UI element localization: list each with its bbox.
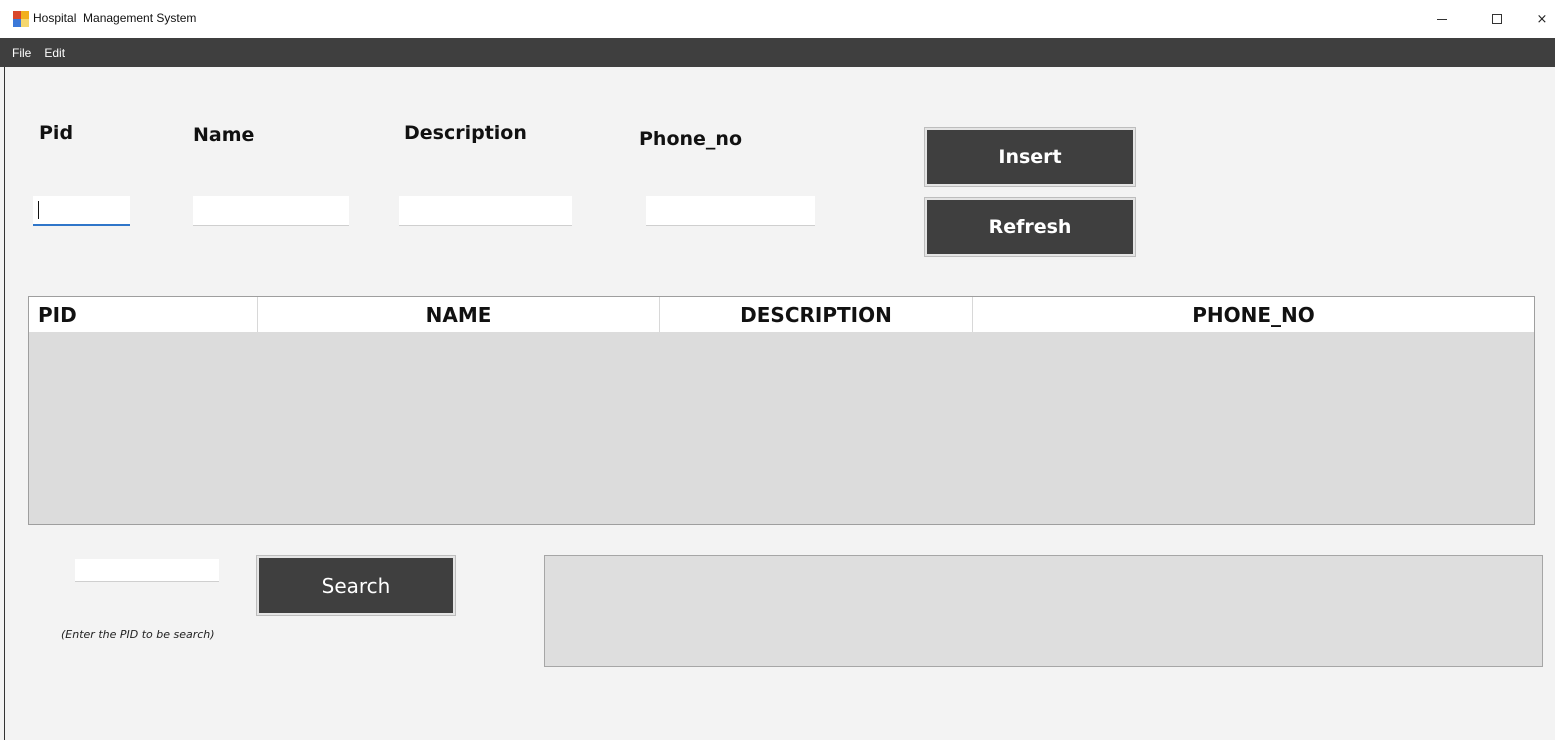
minimize-button[interactable] bbox=[1419, 4, 1465, 34]
title-bar: Hospital Management System × bbox=[0, 0, 1555, 38]
pid-input[interactable] bbox=[33, 196, 130, 226]
maximize-button[interactable] bbox=[1474, 4, 1520, 34]
pid-label: Pid bbox=[39, 122, 74, 144]
column-header-name[interactable]: NAME bbox=[258, 297, 660, 332]
menu-file[interactable]: File bbox=[12, 46, 31, 60]
column-header-pid[interactable]: PID bbox=[29, 297, 258, 332]
description-label: Description bbox=[404, 122, 527, 144]
search-input[interactable] bbox=[75, 559, 219, 582]
phone-input[interactable] bbox=[646, 196, 815, 226]
menu-edit[interactable]: Edit bbox=[44, 46, 65, 60]
search-result-panel bbox=[544, 555, 1543, 667]
window-left-border bbox=[4, 67, 5, 740]
records-grid[interactable]: PID NAME DESCRIPTION PHONE_NO bbox=[28, 296, 1535, 525]
close-icon: × bbox=[1536, 11, 1548, 27]
search-button[interactable]: Search bbox=[256, 555, 456, 616]
text-caret bbox=[38, 201, 39, 219]
column-header-description[interactable]: DESCRIPTION bbox=[660, 297, 973, 332]
column-header-phone[interactable]: PHONE_NO bbox=[973, 297, 1534, 332]
phone-label: Phone_no bbox=[639, 128, 742, 150]
name-input[interactable] bbox=[193, 196, 349, 226]
description-input[interactable] bbox=[399, 196, 572, 226]
close-button[interactable]: × bbox=[1519, 4, 1555, 34]
insert-button[interactable]: Insert bbox=[924, 127, 1136, 187]
name-label: Name bbox=[193, 124, 255, 146]
app-icon bbox=[13, 11, 29, 27]
menu-bar: File Edit bbox=[0, 38, 1555, 67]
search-hint: (Enter the PID to be search) bbox=[61, 628, 215, 641]
maximize-icon bbox=[1492, 14, 1502, 24]
grid-header: PID NAME DESCRIPTION PHONE_NO bbox=[29, 297, 1534, 332]
window-title: Hospital Management System bbox=[33, 11, 197, 25]
refresh-button[interactable]: Refresh bbox=[924, 197, 1136, 257]
minimize-icon bbox=[1437, 18, 1447, 20]
app-window: Hospital Management System × File Edit P… bbox=[0, 0, 1555, 740]
